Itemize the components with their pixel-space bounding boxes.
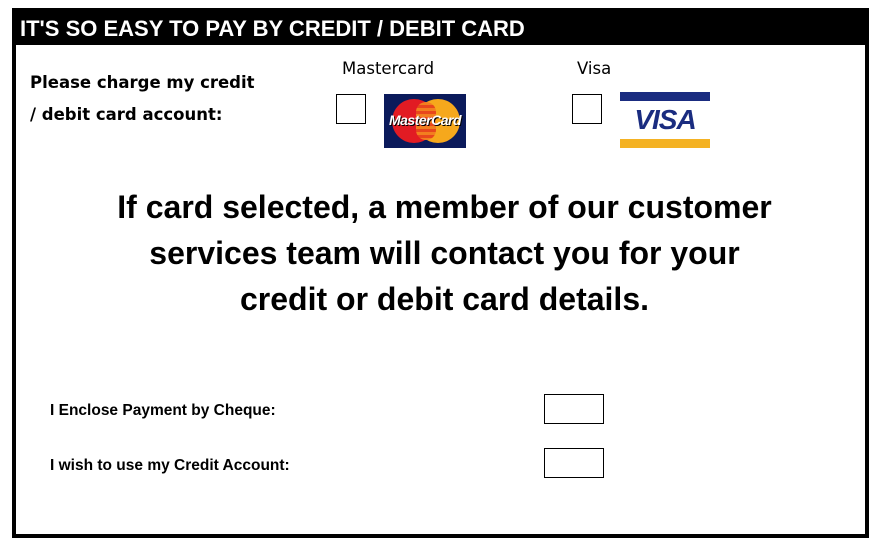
visa-checkbox[interactable] — [572, 94, 602, 124]
notice-line1: If card selected, a member of our custom… — [117, 189, 772, 225]
cheque-option-label: I Enclose Payment by Cheque: — [50, 402, 276, 419]
card-charge-label-line2: / debit card account: — [30, 105, 223, 124]
cheque-option-box[interactable] — [544, 394, 604, 424]
notice-line3: credit or debit card details. — [240, 281, 649, 317]
mastercard-logo-icon: MasterCard — [384, 94, 466, 148]
credit-account-option-box[interactable] — [544, 448, 604, 478]
mastercard-logo-text: MasterCard — [388, 112, 462, 128]
card-contact-notice: If card selected, a member of our custom… — [36, 184, 853, 322]
visa-logo-icon: VISA — [620, 92, 710, 148]
card-charge-label-line1: Please charge my credit — [30, 73, 255, 92]
form-header: IT'S SO EASY TO PAY BY CREDIT / DEBIT CA… — [16, 12, 865, 45]
visa-label: Visa — [577, 59, 612, 78]
visa-logo-text: VISA — [634, 104, 696, 135]
payment-form: IT'S SO EASY TO PAY BY CREDIT / DEBIT CA… — [12, 8, 869, 538]
mastercard-label: Mastercard — [342, 59, 435, 78]
credit-account-option-label: I wish to use my Credit Account: — [50, 457, 290, 474]
card-charge-label: Please charge my credit / debit card acc… — [30, 67, 300, 131]
header-title: IT'S SO EASY TO PAY BY CREDIT / DEBIT CA… — [20, 16, 525, 41]
notice-line2: services team will contact you for your — [149, 235, 740, 271]
mastercard-checkbox[interactable] — [336, 94, 366, 124]
